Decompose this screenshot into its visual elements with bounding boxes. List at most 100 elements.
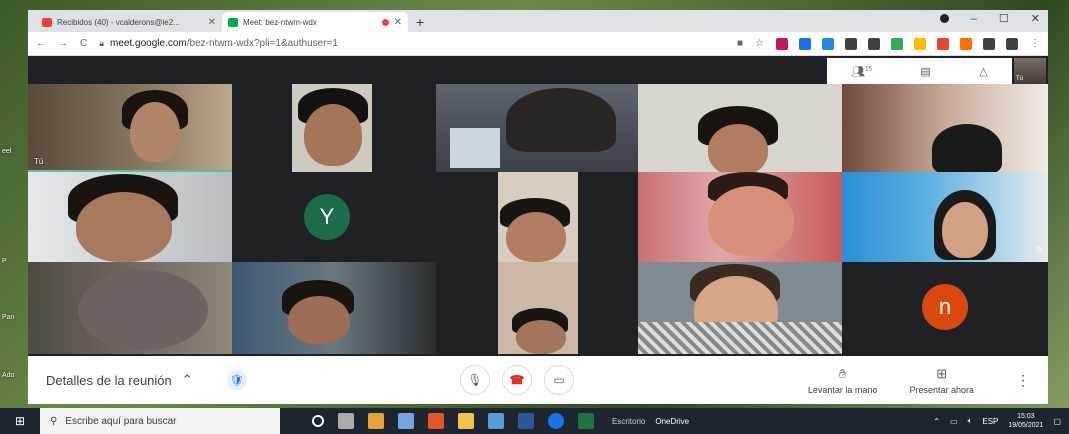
notification-icon[interactable]: ▢ <box>1053 417 1061 426</box>
activities-icon[interactable]: △ <box>979 65 987 78</box>
url-host: meet.google.com <box>110 38 187 49</box>
network-icon[interactable]: ▭ <box>950 417 958 426</box>
app-icon[interactable] <box>398 413 414 429</box>
address-bar: ← → C 🔒︎ meet.google.com/bez-ntwm-wdx?pl… <box>28 32 1048 56</box>
app-icon[interactable] <box>488 413 504 429</box>
menu-icon[interactable]: ⋮ <box>1030 38 1040 49</box>
app-icon[interactable] <box>368 413 384 429</box>
extension-icon[interactable] <box>983 37 995 50</box>
back-icon[interactable]: ← <box>36 38 46 49</box>
cortana-icon[interactable] <box>312 415 324 427</box>
chat-icon[interactable]: ▤ <box>920 65 930 78</box>
extension-icon[interactable] <box>937 37 949 50</box>
close-window-icon[interactable]: ✕ <box>1031 12 1040 25</box>
participant-tile[interactable] <box>638 84 842 172</box>
extension-icon[interactable] <box>776 37 788 50</box>
desktop-label: P <box>2 258 7 265</box>
self-label: Tú <box>1016 76 1024 82</box>
extension-icon[interactable] <box>868 37 880 50</box>
clock-date: 19/05/2021 <box>1008 422 1044 429</box>
close-icon[interactable]: ✕ <box>394 17 402 28</box>
raise-hand-button[interactable]: ✋︎ Levantar la mano <box>808 366 878 395</box>
participant-tile[interactable] <box>498 172 578 262</box>
taskbar-search[interactable]: ⚲ Escribe aquí para buscar <box>40 408 280 434</box>
volume-icon[interactable]: 🔈︎ <box>968 416 973 426</box>
profile-icon[interactable] <box>939 14 949 23</box>
minimize-icon[interactable]: – <box>971 13 977 25</box>
participant-tile[interactable] <box>28 262 232 354</box>
new-tab-button[interactable]: + <box>416 14 424 30</box>
participant-tile[interactable] <box>498 262 578 354</box>
raise-hand-label: Levantar la mano <box>807 384 878 395</box>
extension-icon[interactable] <box>822 37 834 50</box>
close-icon[interactable]: ✕ <box>208 17 216 28</box>
onedrive-label[interactable]: OneDrive <box>655 417 689 426</box>
hand-icon: ✋︎ <box>838 365 847 381</box>
participant-tile[interactable]: n <box>842 262 1048 354</box>
mic-icon: 🎙︎ <box>467 373 483 387</box>
chrome-icon[interactable] <box>548 413 564 429</box>
participant-tile[interactable] <box>842 84 1048 172</box>
present-button[interactable]: ⊞ Presentar ahora <box>909 366 974 395</box>
windows-start-icon[interactable]: ⊞ <box>0 414 40 428</box>
desktop-label: Ado <box>2 372 15 379</box>
task-view-icon[interactable] <box>338 413 354 429</box>
details-label: Detalles de la reunión <box>46 372 172 388</box>
lock-icon: 🔒︎ <box>99 38 105 48</box>
maximize-icon[interactable]: ☐ <box>999 12 1009 25</box>
tab-gmail[interactable]: Recibidos (40) - vcalderons@ie2... ✕ <box>36 12 222 32</box>
participant-tile[interactable] <box>28 172 232 262</box>
extension-icon[interactable] <box>1006 37 1018 50</box>
participant-tile[interactable] <box>638 262 842 354</box>
app-icon[interactable] <box>428 413 444 429</box>
more-options-icon[interactable]: ⋮ <box>1016 372 1030 389</box>
camera-button[interactable]: ▭ <box>544 365 574 395</box>
search-placeholder: Escribe aquí para buscar <box>65 415 177 427</box>
participant-tile[interactable] <box>292 84 372 172</box>
tab-title: Recibidos (40) - vcalderons@ie2... <box>57 17 180 27</box>
participant-tile[interactable] <box>232 262 436 354</box>
extension-icon[interactable] <box>799 37 811 50</box>
desktop-toolbar-label[interactable]: Escritorio <box>612 417 645 426</box>
gmail-icon <box>42 17 52 27</box>
camera-icon[interactable]: ■ <box>737 38 743 49</box>
mic-button[interactable]: 🎙︎ <box>460 365 490 395</box>
extension-icon[interactable] <box>960 37 972 50</box>
chevron-up-icon[interactable]: ⌃ <box>933 417 940 426</box>
excel-icon[interactable] <box>578 413 594 429</box>
taskbar: ⊞ ⚲ Escribe aquí para buscar Escritorio … <box>0 408 1069 434</box>
participant-tile[interactable]: Tú <box>28 84 232 172</box>
end-call-button[interactable]: ☎︎ <box>502 365 532 395</box>
people-icon[interactable]: 👥︎15 <box>851 65 872 78</box>
tab-title: Meet: bez-ntwm-wdx <box>243 17 317 27</box>
url-path: /bez-ntwm-wdx?pli=1&authuser=1 <box>186 38 338 49</box>
participant-tile[interactable]: ✋︎ <box>842 172 1048 262</box>
participant-tile[interactable] <box>436 84 638 172</box>
participant-tile[interactable] <box>638 172 842 262</box>
meet-grid: Tú Y ✋︎ n 👥︎15 ▤ △ Tú Detalles de la reu… <box>28 56 1048 404</box>
extension-icon[interactable] <box>845 37 857 50</box>
desktop-label: Pan <box>2 314 15 321</box>
participant-avatar: n <box>922 284 968 330</box>
app-icon[interactable] <box>458 413 474 429</box>
participant-tile[interactable]: Y <box>232 172 496 262</box>
word-icon[interactable] <box>518 413 534 429</box>
url-field[interactable]: 🔒︎ meet.google.com/bez-ntwm-wdx?pli=1&au… <box>99 38 725 49</box>
browser-window: Recibidos (40) - vcalderons@ie2... ✕ Mee… <box>28 10 1048 404</box>
reload-icon[interactable]: C <box>80 38 87 49</box>
meeting-details-button[interactable]: Detalles de la reunión ⌃ <box>46 372 193 388</box>
desktop-label: eel <box>2 148 12 155</box>
search-icon: ⚲ <box>50 415 58 427</box>
security-shield-icon[interactable]: 🛡︎ <box>226 370 247 390</box>
tab-meet[interactable]: Meet: bez-ntwm-wdx ✕ <box>222 12 408 32</box>
meeting-controls-bar: Detalles de la reunión ⌃ 🛡︎ 🎙︎ ☎︎ ▭ ✋︎ L… <box>28 356 1048 404</box>
chevron-up-icon: ⌃ <box>181 372 193 387</box>
extension-icon[interactable] <box>914 37 926 50</box>
hangup-icon: ☎︎ <box>509 373 525 387</box>
star-icon[interactable]: ☆ <box>755 38 764 49</box>
participant-name: Tú <box>34 157 44 166</box>
extension-icon[interactable] <box>891 37 903 50</box>
language-label[interactable]: ESP <box>982 417 998 426</box>
forward-icon[interactable]: → <box>58 38 68 49</box>
clock[interactable]: 15:03 19/05/2021 <box>1008 412 1043 430</box>
